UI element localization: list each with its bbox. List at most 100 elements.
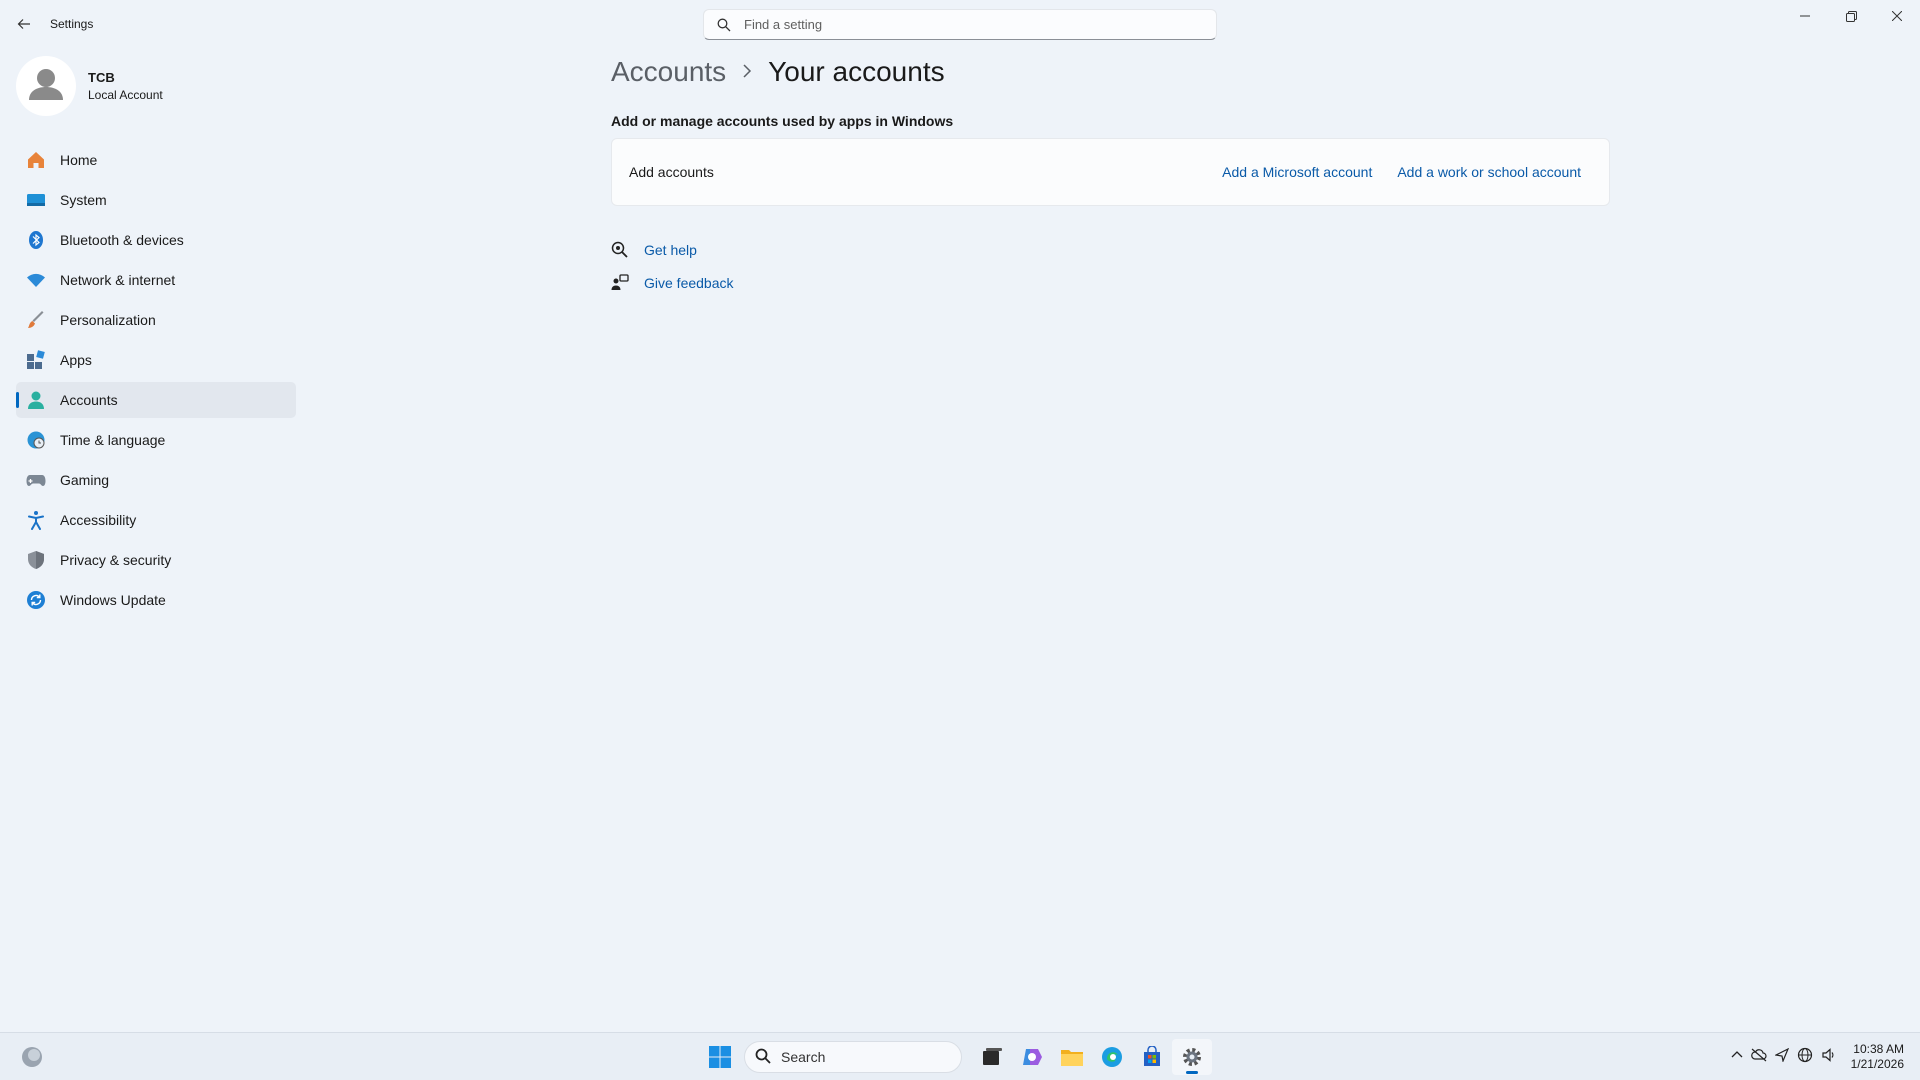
update-icon (26, 590, 46, 610)
accounts-icon (26, 390, 46, 410)
sidebar-item-label: Gaming (60, 472, 110, 488)
sidebar-item-system[interactable]: System (16, 182, 296, 218)
sidebar-item-gaming[interactable]: Gaming (16, 462, 296, 498)
sidebar-item-network[interactable]: Network & internet (16, 262, 296, 298)
copilot-button[interactable] (1012, 1039, 1052, 1075)
network-globe-icon[interactable] (1797, 1047, 1813, 1068)
sidebar-item-accounts[interactable]: Accounts (16, 382, 296, 418)
sidebar-item-accessibility[interactable]: Accessibility (16, 502, 296, 538)
task-view-icon (983, 1048, 1002, 1065)
sidebar-item-label: Privacy & security (60, 552, 172, 568)
minimize-button[interactable] (1782, 0, 1828, 32)
add-accounts-card: Add accounts Add a Microsoft account Add… (611, 138, 1610, 206)
user-profile[interactable]: TCB Local Account (16, 56, 163, 116)
clock[interactable]: 10:38 AM 1/21/2026 (1851, 1042, 1904, 1072)
folder-icon (1061, 1050, 1083, 1066)
cloud-off-icon[interactable] (1750, 1048, 1767, 1067)
taskbar-center: Search (700, 1039, 1212, 1075)
sidebar-item-label: Bluetooth & devices (60, 232, 184, 248)
close-button[interactable] (1874, 0, 1920, 32)
location-icon[interactable] (1773, 1047, 1789, 1067)
accessibility-icon (26, 510, 46, 530)
section-heading: Add or manage accounts used by apps in W… (611, 113, 954, 129)
task-view-button[interactable] (972, 1039, 1012, 1075)
store-button[interactable] (1132, 1039, 1172, 1075)
sidebar-item-privacy[interactable]: Privacy & security (16, 542, 296, 578)
window-controls (1782, 0, 1920, 32)
search-icon (716, 17, 732, 33)
help-section: Get help Give feedback (611, 240, 734, 306)
close-icon (1892, 11, 1902, 21)
avatar (16, 56, 76, 116)
back-button[interactable] (12, 12, 36, 36)
sidebar-item-label: Accounts (60, 392, 118, 408)
app-title: Settings (50, 17, 94, 31)
profile-name: TCB (88, 70, 115, 85)
clock-date: 1/21/2026 (1850, 1057, 1904, 1071)
sidebar-item-label: Home (60, 152, 98, 168)
sidebar-item-label: System (60, 192, 107, 208)
chevron-right-icon (742, 61, 752, 84)
add-work-school-account-link[interactable]: Add a work or school account (1397, 164, 1581, 180)
sidebar-item-label: Apps (60, 352, 92, 368)
edge-button[interactable] (1092, 1039, 1132, 1075)
profile-account-type: Local Account (88, 88, 163, 102)
add-microsoft-account-link[interactable]: Add a Microsoft account (1222, 164, 1372, 180)
gamepad-icon (26, 470, 46, 490)
gear-icon (1183, 1048, 1201, 1066)
taskbar-search-label: Search (781, 1049, 826, 1065)
weather-widget-icon (22, 1047, 42, 1067)
sidebar-item-time-language[interactable]: Time & language (16, 422, 296, 458)
clock-time: 10:38 AM (1853, 1042, 1904, 1056)
sidebar-item-personalization[interactable]: Personalization (16, 302, 296, 338)
apps-icon (26, 350, 46, 370)
get-help-link[interactable]: Get help (644, 242, 697, 258)
file-explorer-button[interactable] (1052, 1039, 1092, 1075)
settings-taskbar-button[interactable] (1172, 1039, 1212, 1075)
start-button[interactable] (700, 1039, 740, 1075)
home-icon (26, 150, 46, 170)
give-feedback-row[interactable]: Give feedback (611, 273, 734, 293)
give-feedback-link[interactable]: Give feedback (644, 275, 734, 291)
page-title: Your accounts (768, 56, 945, 87)
store-icon (1144, 1046, 1160, 1066)
search-input[interactable] (744, 17, 1184, 32)
copilot-icon (1023, 1049, 1042, 1065)
restore-icon (1845, 10, 1857, 22)
minimize-icon (1800, 15, 1810, 17)
sidebar-item-home[interactable]: Home (16, 142, 296, 178)
person-icon (29, 69, 63, 100)
taskbar-search[interactable]: Search (744, 1041, 962, 1073)
sidebar-item-apps[interactable]: Apps (16, 342, 296, 378)
chevron-up-icon[interactable] (1731, 1048, 1743, 1066)
sidebar-item-label: Network & internet (60, 272, 176, 288)
sidebar-item-label: Time & language (60, 432, 166, 448)
sidebar-item-label: Accessibility (60, 512, 137, 528)
breadcrumb-parent[interactable]: Accounts (611, 56, 726, 88)
sidebar-item-bluetooth[interactable]: Bluetooth & devices (16, 222, 296, 258)
system-icon (26, 190, 46, 210)
sidebar-item-windows-update[interactable]: Windows Update (16, 582, 296, 618)
title-bar: Settings (0, 0, 1920, 48)
edge-icon (1102, 1047, 1122, 1067)
sidebar-item-label: Personalization (60, 312, 156, 328)
bluetooth-icon (26, 230, 46, 250)
search-icon (755, 1048, 771, 1067)
system-tray: 10:38 AM 1/21/2026 (1731, 1037, 1904, 1077)
brush-icon (26, 310, 46, 330)
settings-search-box[interactable] (703, 9, 1217, 40)
feedback-icon (611, 274, 629, 292)
wifi-icon (26, 270, 46, 290)
get-help-icon (611, 241, 629, 259)
sidebar-item-label: Windows Update (60, 592, 166, 608)
get-help-row[interactable]: Get help (611, 240, 734, 260)
restore-button[interactable] (1828, 0, 1874, 32)
add-accounts-label: Add accounts (629, 164, 714, 180)
windows-logo-icon (709, 1046, 731, 1068)
widgets-button[interactable] (20, 1045, 44, 1069)
globe-clock-icon (26, 430, 46, 450)
back-arrow-icon (17, 19, 30, 29)
shield-icon (26, 550, 46, 570)
sidebar-nav: Home System Bluetooth & devices Network … (16, 142, 296, 622)
volume-icon[interactable] (1821, 1047, 1837, 1068)
